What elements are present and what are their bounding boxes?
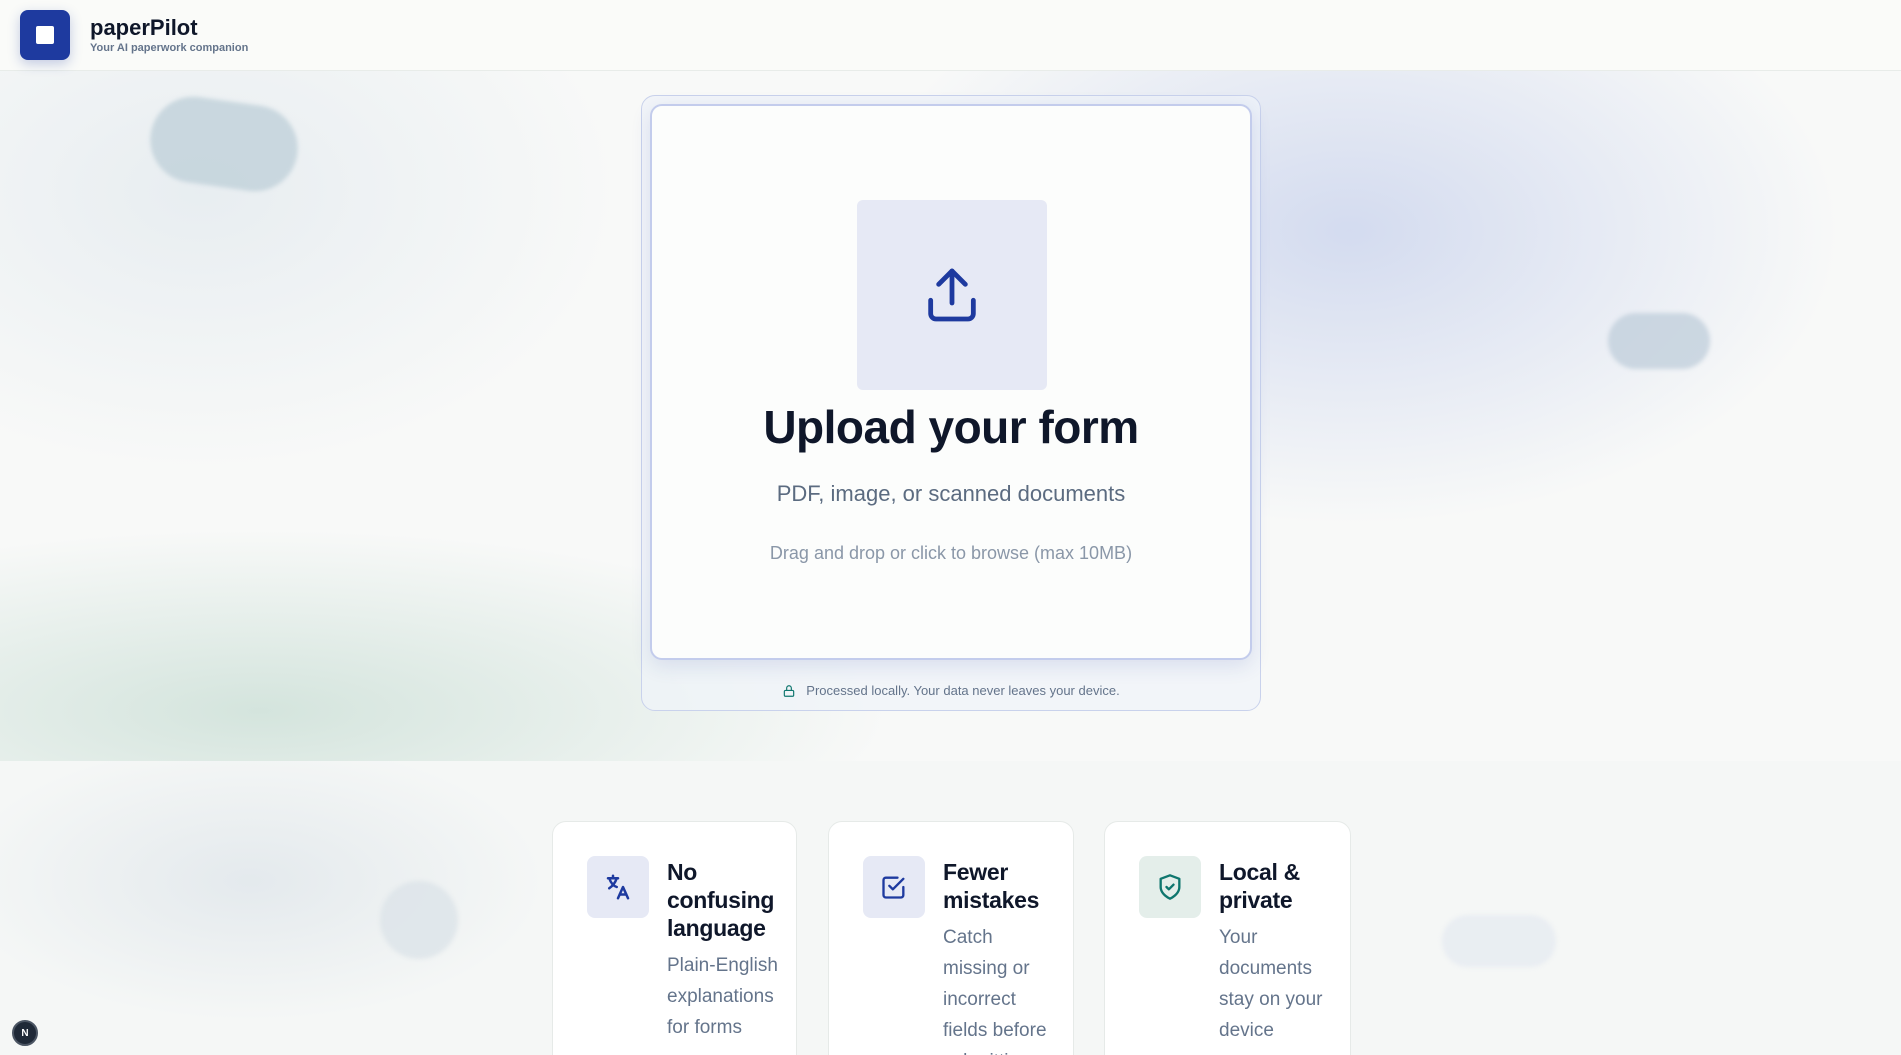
feature-card-privacy: Local & private Your documents stay on y…	[1104, 821, 1351, 1055]
upload-panel: Upload your form PDF, image, or scanned …	[641, 95, 1261, 711]
upload-title: Upload your form	[763, 401, 1139, 453]
feature-title: Fewer mistakes	[943, 859, 1040, 913]
feature-description: Catch missing or incorrect fields before…	[943, 927, 1047, 1055]
feature-title: Local & private	[1219, 859, 1300, 913]
upload-icon	[857, 200, 1047, 390]
decorative-blob	[1608, 313, 1710, 369]
decorative-blob	[1442, 915, 1556, 967]
brand: paperPilot Your AI paperwork companion	[90, 15, 248, 55]
decorative-blob	[380, 881, 458, 959]
privacy-note: Processed locally. Your data never leave…	[642, 683, 1260, 698]
feature-card-mistakes: Fewer mistakes Catch missing or incorrec…	[828, 821, 1074, 1055]
shield-check-icon	[1139, 856, 1201, 918]
brand-name[interactable]: paperPilot	[90, 15, 248, 41]
feature-title: No confusing language	[667, 859, 775, 941]
feature-description: Plain-English explanations for forms	[667, 955, 778, 1038]
privacy-text: Processed locally. Your data never leave…	[806, 683, 1120, 698]
upload-hint: Drag and drop or click to browse (max 10…	[769, 543, 1133, 563]
app-header: paperPilot Your AI paperwork companion	[0, 0, 1901, 71]
brand-tagline: Your AI paperwork companion	[90, 42, 249, 54]
upload-dropzone[interactable]: Upload your form PDF, image, or scanned …	[650, 104, 1252, 660]
dev-badge[interactable]: N	[12, 1020, 38, 1046]
lock-icon	[784, 684, 795, 697]
translate-icon	[587, 856, 649, 918]
feature-card-language: No confusing language Plain-English expl…	[552, 821, 797, 1055]
upload-subtitle: PDF, image, or scanned documents	[776, 481, 1126, 506]
decorative-blob	[144, 91, 304, 197]
square-logo-icon[interactable]	[20, 10, 70, 60]
feature-description: Your documents stay on your device	[1219, 927, 1323, 1041]
checkbox-icon	[863, 856, 925, 918]
